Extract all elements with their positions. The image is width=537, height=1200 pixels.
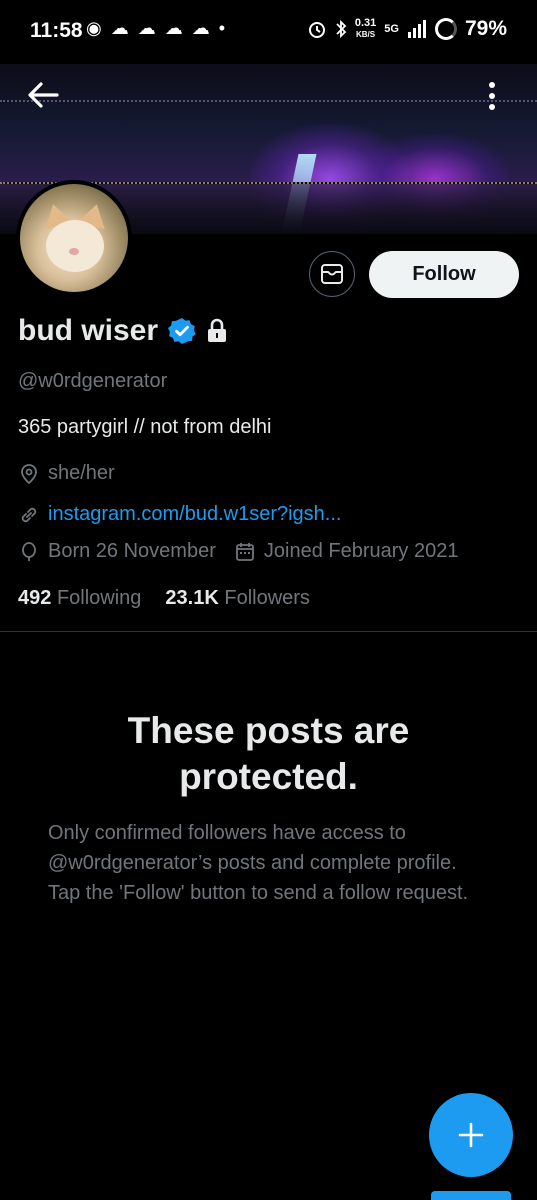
joined-date: Joined February 2021: [263, 540, 459, 562]
follow-button[interactable]: Follow: [369, 251, 519, 298]
status-bar: 11:58 ◉ ☁ ☁ ☁ ☁ • 0.31 KB/S 5G 79%: [0, 0, 537, 64]
bio: 365 partygirl // not from delhi: [18, 416, 272, 438]
status-time: 11:58: [30, 19, 83, 42]
protected-title: These posts are protected.: [127, 710, 410, 797]
message-button[interactable]: [309, 251, 355, 297]
followers-stat[interactable]: 23.1K Followers: [165, 587, 310, 610]
name-row: bud wiser: [18, 314, 228, 348]
compose-button[interactable]: [429, 1093, 513, 1177]
pronouns-row: she/her: [18, 462, 115, 485]
plus-icon: [458, 1122, 484, 1148]
avatar[interactable]: [16, 180, 132, 296]
stats-row: 492 Following 23.1K Followers: [18, 587, 310, 610]
verified-badge-icon: [168, 318, 196, 344]
handle: @w0rdgenerator: [18, 370, 168, 392]
network-type: 5G: [384, 23, 399, 35]
location-pin-icon: [21, 463, 37, 484]
following-stat[interactable]: 492 Following: [18, 587, 141, 610]
net-speed: 0.31 KB/S: [354, 17, 377, 40]
fab-peek: [431, 1191, 511, 1200]
lock-icon: [208, 318, 227, 342]
status-right: 0.31 KB/S 5G 79%: [307, 17, 507, 41]
alarm-icon: [308, 22, 325, 38]
profile-link[interactable]: instagram.com/bud.w1ser?igsh...: [48, 503, 341, 526]
more-vertical-icon[interactable]: [478, 80, 506, 112]
mail-icon: [321, 264, 343, 284]
calendar-icon: [235, 542, 254, 561]
bluetooth-icon: [336, 19, 347, 39]
pronouns: she/her: [48, 462, 115, 484]
protected-description: Only confirmed followers have access to …: [48, 822, 469, 904]
dates-row: Born 26 November Joined February 2021: [18, 540, 458, 563]
link-icon: [21, 507, 37, 522]
link-row: instagram.com/bud.w1ser?igsh...: [18, 503, 341, 526]
divider: [0, 631, 537, 632]
balloon-icon: [22, 541, 36, 561]
back-arrow-icon[interactable]: [26, 80, 60, 110]
battery-level: 79%: [464, 17, 507, 40]
signal-icon: [407, 20, 426, 38]
birthday: Born 26 November: [48, 540, 216, 562]
battery-icon: [434, 18, 457, 40]
notification-icons: ◉ ☁ ☁ ☁ ☁ •: [86, 18, 228, 38]
display-name: bud wiser: [18, 314, 159, 347]
